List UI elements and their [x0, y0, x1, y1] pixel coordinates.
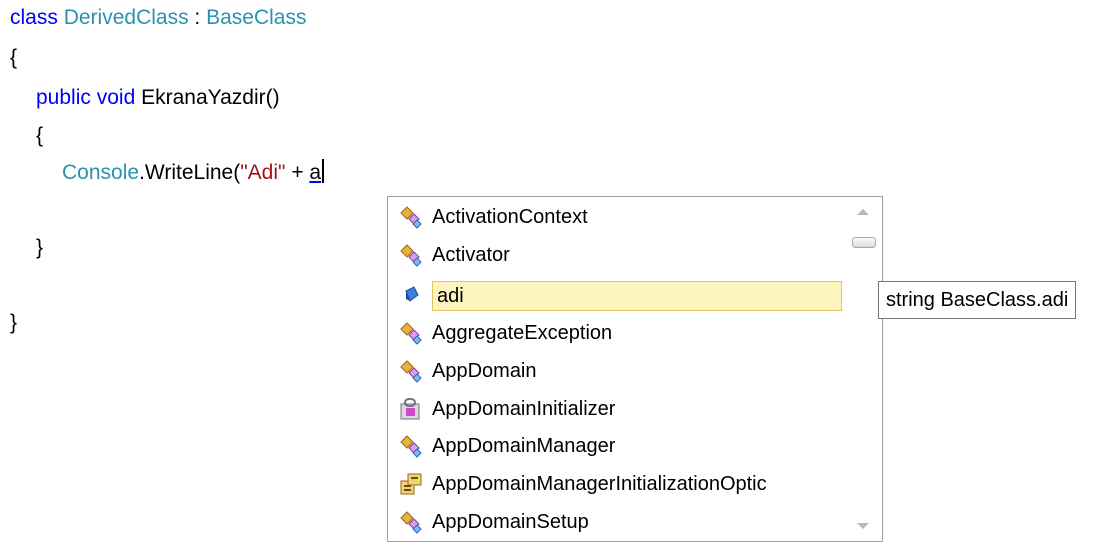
class-icon [398, 320, 424, 346]
completion-item[interactable]: AppDomainInitializer [392, 392, 842, 426]
completion-item[interactable]: AppDomainManager [392, 429, 842, 463]
code-line-open-brace: { [10, 46, 18, 69]
completion-item-label: adi [432, 281, 842, 311]
enum-icon [398, 471, 424, 497]
completion-scrollbar[interactable] [846, 197, 882, 541]
text-caret [322, 159, 325, 183]
writeline-call: .WriteLine( [139, 161, 241, 184]
quick-info-tooltip: string BaseClass.adi [878, 281, 1077, 319]
class-icon [398, 433, 424, 459]
class-icon [398, 509, 424, 535]
code-line-close-brace: } [10, 311, 18, 334]
completion-item[interactable]: AggregateException [392, 316, 842, 350]
completion-item-label: AppDomainInitializer [432, 398, 616, 420]
scroll-down-arrow-icon[interactable] [857, 523, 869, 529]
completion-item-label: Activator [432, 244, 510, 266]
completion-list[interactable]: ActivationContext Activator adi Aggregat… [388, 197, 846, 541]
plus-operator: + [285, 161, 310, 184]
completion-item-label: AppDomainManager [432, 435, 616, 457]
completion-item-label: AppDomain [432, 360, 537, 382]
code-line-writeline: Console.WriteLine("Adi" + a [62, 155, 325, 191]
string-literal: "Adi" [240, 161, 286, 184]
code-line-method-declaration: public void EkranaYazdir() [36, 80, 280, 116]
scroll-thumb[interactable] [852, 237, 876, 248]
completion-item[interactable]: AppDomainManagerInitializationOptic [392, 467, 842, 501]
intellisense-popup[interactable]: ActivationContext Activator adi Aggregat… [387, 196, 883, 542]
completion-item-label: AppDomainManagerInitializationOptic [432, 473, 767, 495]
completion-item[interactable]: AppDomainSetup [392, 505, 842, 539]
completion-item-label: ActivationContext [432, 206, 588, 228]
base-class-name: BaseClass [206, 6, 307, 29]
completion-item-selected[interactable]: adi [392, 279, 842, 313]
completion-item-label: AggregateException [432, 322, 613, 344]
field-icon [398, 283, 424, 309]
inheritance-separator: : [188, 6, 207, 29]
completion-item-label: AppDomainSetup [432, 511, 589, 533]
scroll-up-arrow-icon[interactable] [857, 209, 869, 215]
console-type: Console [62, 161, 140, 184]
completion-item[interactable]: AppDomain [392, 354, 842, 388]
code-line-method-open-brace: { [36, 124, 44, 147]
class-icon [398, 242, 424, 268]
code-line-class-declaration: class DerivedClass : BaseClass [10, 0, 306, 36]
class-name: DerivedClass [63, 6, 189, 29]
completion-item[interactable]: Activator [392, 238, 842, 272]
typed-text: a [309, 161, 322, 184]
code-line-method-close-brace: } [36, 236, 44, 259]
keyword-void: void [96, 86, 136, 109]
completion-item[interactable]: ActivationContext [392, 200, 842, 234]
method-name: EkranaYazdir() [141, 86, 280, 109]
keyword-public: public [36, 86, 91, 109]
class-icon [398, 358, 424, 384]
class-icon [398, 204, 424, 230]
keyword-class: class [10, 6, 58, 29]
delegate-icon [398, 396, 424, 422]
